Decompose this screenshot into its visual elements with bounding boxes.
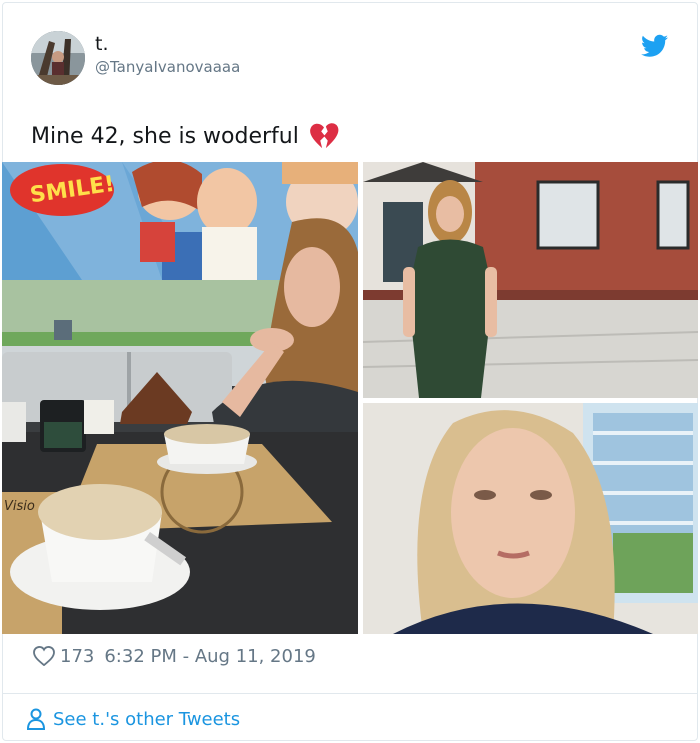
like-count[interactable]: 173 — [60, 646, 94, 667]
user-handle[interactable]: @TanyaIvanovaaaa — [95, 58, 240, 76]
tweet-photo-green-dress[interactable] — [363, 162, 698, 398]
tweet-text: Mine 42, she is woderful — [31, 122, 339, 150]
svg-text:Visio: Visio — [4, 499, 35, 514]
tweet-photo-portrait[interactable] — [363, 403, 698, 634]
twitter-bird-icon[interactable] — [641, 34, 668, 58]
tweet-photo-cafe[interactable]: SMILE! Visio — [2, 162, 358, 634]
tweet-meta: 173 6:32 PM - Aug 11, 2019 — [33, 642, 316, 670]
person-outline-icon — [26, 708, 46, 730]
tweet-text-content: Mine 42, she is woderful — [31, 123, 299, 149]
heart-outline-icon[interactable] — [33, 646, 55, 666]
see-other-tweets-link[interactable]: See t.'s other Tweets — [26, 705, 240, 733]
display-name[interactable]: t. — [95, 33, 109, 55]
broken-heart-emoji — [309, 123, 339, 149]
tweet-timestamp[interactable]: 6:32 PM - Aug 11, 2019 — [104, 646, 316, 667]
avatar[interactable] — [31, 31, 85, 85]
divider — [2, 693, 698, 694]
see-other-tweets-label[interactable]: See t.'s other Tweets — [53, 709, 240, 730]
